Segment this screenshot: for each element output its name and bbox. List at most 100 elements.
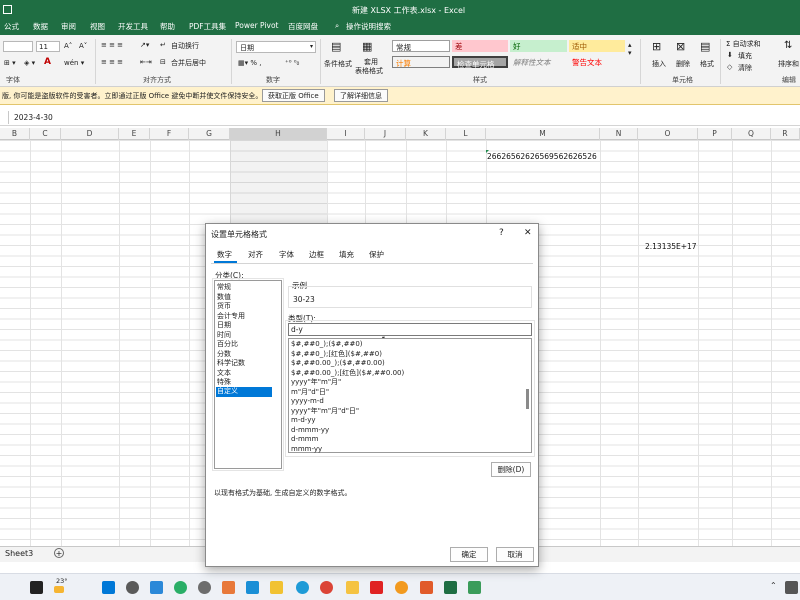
insert-cells-button[interactable]: 插入 <box>652 59 666 69</box>
column-header[interactable]: P <box>698 128 732 140</box>
format-cells-icon[interactable]: ▤ <box>700 40 710 53</box>
styles-more-icon[interactable]: ▴ ▾ <box>628 41 632 57</box>
windows-start-icon[interactable] <box>102 581 115 594</box>
tab-protection[interactable]: 保护 <box>369 249 384 260</box>
cell-o-value[interactable]: 2.13135E+17 <box>645 242 697 251</box>
style-bad[interactable]: 差 <box>452 40 508 52</box>
column-header[interactable]: E <box>119 128 150 140</box>
style-normal[interactable]: 常规 <box>392 40 450 52</box>
chrome-icon[interactable] <box>320 581 333 594</box>
style-good[interactable]: 好 <box>510 40 567 52</box>
mail-icon[interactable] <box>150 581 163 594</box>
column-header[interactable]: C <box>30 128 61 140</box>
tab-border[interactable]: 边框 <box>309 249 324 260</box>
excel-icon[interactable] <box>444 581 457 594</box>
conditional-format-icon[interactable]: ▤ <box>331 40 341 53</box>
app-icon-2[interactable] <box>468 581 481 594</box>
style-explanatory[interactable]: 解释性文本 <box>510 56 567 68</box>
tray-app-icon[interactable] <box>785 581 798 594</box>
close-icon[interactable]: ✕ <box>524 228 532 238</box>
tab-formulas[interactable]: 公式 <box>4 21 19 32</box>
tab-view[interactable]: 视图 <box>90 21 105 32</box>
tab-fill[interactable]: 填充 <box>339 249 354 260</box>
search-app-icon[interactable] <box>395 581 408 594</box>
help-button[interactable]: ? <box>499 228 504 238</box>
merge-center-button[interactable]: 合并后居中 <box>171 58 206 68</box>
get-genuine-office-button[interactable]: 获取正版 Office <box>262 89 325 102</box>
style-calc[interactable]: 计算 <box>392 56 450 68</box>
column-header[interactable]: R <box>771 128 800 140</box>
edge-icon[interactable] <box>296 581 309 594</box>
sheet-tab[interactable]: Sheet3 <box>5 549 33 558</box>
style-warning[interactable]: 警告文本 <box>569 56 625 68</box>
pdf-app-icon[interactable] <box>420 581 433 594</box>
delete-cells-button[interactable]: 删除 <box>676 59 690 69</box>
style-check-cell[interactable]: 检查单元格 <box>452 56 508 69</box>
conditional-format-button[interactable]: 条件格式 <box>324 59 352 69</box>
column-header[interactable]: Q <box>732 128 771 140</box>
sort-filter-icon[interactable]: ⇅ <box>784 40 792 51</box>
tab-font[interactable]: 字体 <box>279 249 294 260</box>
minimize-icon[interactable] <box>3 5 12 14</box>
font-name-box[interactable] <box>3 41 33 52</box>
tab-data[interactable]: 数据 <box>33 21 48 32</box>
widgets-icon[interactable] <box>30 581 43 594</box>
phonetic-icon[interactable]: wén ▾ <box>64 59 84 67</box>
tab-developer[interactable]: 开发工具 <box>118 21 148 32</box>
autosum-button[interactable]: Σ 自动求和 <box>726 39 761 49</box>
border-icon[interactable]: ⊞ ▾ <box>4 59 16 67</box>
wrap-text-button[interactable]: 自动换行 <box>171 41 199 51</box>
app-icon[interactable] <box>222 581 235 594</box>
tab-pdf-tools[interactable]: PDF工具集 <box>189 21 226 32</box>
search-taskbar-icon[interactable] <box>126 581 139 594</box>
column-header[interactable]: N <box>600 128 638 140</box>
grow-font-icon[interactable]: A˄ <box>64 42 72 50</box>
font-color-icon[interactable]: A <box>44 57 51 67</box>
learn-more-button[interactable]: 了解详细信息 <box>334 89 388 102</box>
youdao-icon[interactable] <box>370 581 383 594</box>
number-format-select[interactable]: 日期 ▾ <box>236 41 316 53</box>
column-header[interactable]: H <box>230 128 327 140</box>
wrap-text-icon[interactable]: ↵ <box>160 41 166 49</box>
tab-baidu-pan[interactable]: 百度网盘 <box>288 21 318 32</box>
column-header[interactable]: K <box>406 128 446 140</box>
currency-icon[interactable]: ▦▾ % , <box>238 59 261 67</box>
table-format-icon[interactable]: ▦ <box>362 40 372 53</box>
tray-chevron-icon[interactable]: ⌃ <box>770 581 783 594</box>
column-header[interactable]: O <box>638 128 698 140</box>
fill-color-icon[interactable]: ◈ ▾ <box>24 59 35 67</box>
column-header[interactable]: B <box>0 128 30 140</box>
table-format-button-2[interactable]: 表格格式 <box>355 66 383 76</box>
style-neutral[interactable]: 适中 <box>569 40 625 52</box>
wechat-icon[interactable] <box>174 581 187 594</box>
tab-help[interactable]: 帮助 <box>160 21 175 32</box>
font-size-box[interactable]: 11 <box>36 41 60 52</box>
fill-button[interactable]: 填充 <box>738 51 752 61</box>
cell-m-value[interactable]: 26626562626569562626526 <box>487 152 597 161</box>
shrink-font-icon[interactable]: A˅ <box>79 42 87 50</box>
tab-power-pivot[interactable]: Power Pivot <box>235 21 278 30</box>
tab-review[interactable]: 审阅 <box>61 21 76 32</box>
delete-cells-icon[interactable]: ⊠ <box>676 40 685 53</box>
column-header[interactable]: F <box>150 128 189 140</box>
column-header[interactable]: G <box>189 128 230 140</box>
decimal-icon[interactable]: ⁺⁰ ⁰₀ <box>285 59 299 67</box>
delete-format-button[interactable]: 删除(D) <box>491 462 531 477</box>
indent-icon[interactable]: ⇤⇥ <box>140 58 152 66</box>
align-top-icon[interactable]: ≡ ≡ ≡ <box>101 41 123 49</box>
sort-filter-button[interactable]: 排序和 <box>778 59 799 69</box>
tab-alignment[interactable]: 对齐 <box>248 249 263 260</box>
media-player-icon[interactable] <box>246 581 259 594</box>
column-header[interactable]: J <box>365 128 406 140</box>
align-left-icon[interactable]: ≡ ≡ ≡ <box>101 58 123 66</box>
column-header[interactable]: D <box>61 128 119 140</box>
column-header[interactable]: L <box>446 128 486 140</box>
insert-cells-icon[interactable]: ⊞ <box>652 40 661 53</box>
tab-tell-me[interactable]: 操作说明搜索 <box>346 21 391 32</box>
add-sheet-icon[interactable]: + <box>54 548 64 558</box>
column-header[interactable]: M <box>486 128 600 140</box>
merge-icon[interactable]: ⊟ <box>160 58 166 66</box>
orientation-icon[interactable]: ↗▾ <box>140 41 149 49</box>
format-cells-button[interactable]: 格式 <box>700 59 714 69</box>
notes-icon[interactable] <box>270 581 283 594</box>
